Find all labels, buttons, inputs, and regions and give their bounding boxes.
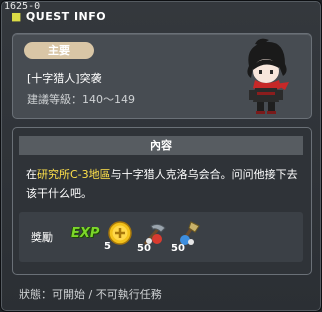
quest-name: [十字猎人]突袭	[27, 72, 102, 85]
content-header: 內容	[19, 136, 303, 155]
shovel-item-icon[interactable]: 50	[171, 220, 201, 252]
quest-info-window: 1625-0 ■ QUEST INFO 主要 [十字猎人]突袭 建議等級：140～…	[0, 0, 322, 312]
reward-label: 獎勵	[31, 231, 53, 244]
shovel-count: 50	[171, 243, 185, 252]
quest-description: 在研究所C-3地區与十字猎人克洛乌会合。问问他接下去该干什么吧。	[26, 165, 301, 203]
coin-count: 5	[104, 241, 111, 250]
window-title-text: QUEST INFO	[25, 10, 107, 23]
pickaxe-count: 50	[137, 243, 151, 252]
exp-icon: EXP	[71, 226, 100, 241]
quest-status: 狀態：可開始 / 不可執行任務	[19, 288, 162, 301]
reward-box: 獎勵 EXP 5 50 50	[19, 212, 303, 262]
title-bullet-icon: ■	[11, 10, 22, 23]
pickaxe-item-icon[interactable]: 50	[137, 220, 167, 252]
quest-content-panel: 內容 在研究所C-3地區与十字猎人克洛乌会合。问问他接下去该干什么吧。 獎勵 E…	[12, 127, 312, 275]
desc-location-highlight: 研究所C-3地區	[37, 168, 111, 181]
recommended-level: 建議等級：140～149	[27, 93, 135, 106]
npc-portrait-icon	[247, 38, 289, 114]
window-title: ■ QUEST INFO	[11, 10, 106, 23]
desc-prefix: 在	[26, 168, 37, 181]
coin-icon[interactable]: 5	[104, 220, 132, 250]
quest-category-badge: 主要	[24, 42, 94, 59]
quest-summary-panel: 主要 [十字猎人]突袭 建議等級：140～149	[12, 33, 312, 119]
